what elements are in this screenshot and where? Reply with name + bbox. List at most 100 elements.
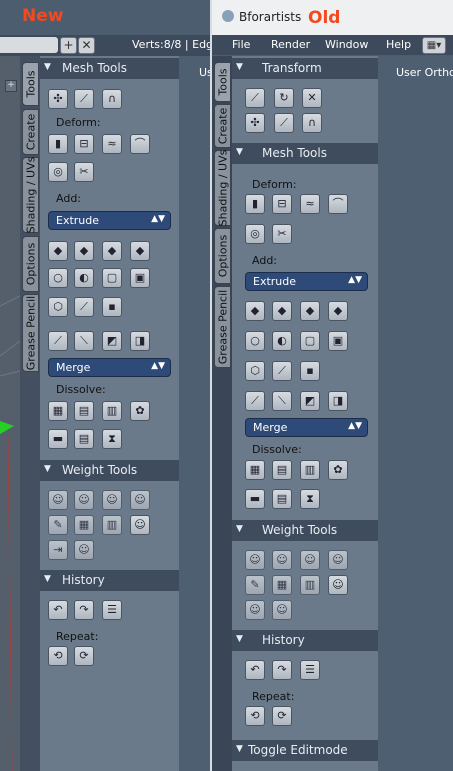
offset-edge-icon[interactable]: ▢ <box>102 268 122 288</box>
edge-slide-icon[interactable]: ⟋ <box>74 297 94 317</box>
face-icon[interactable]: ▣ <box>130 268 150 288</box>
dissolve-edges-icon[interactable]: ▤ <box>74 401 94 421</box>
weight-limit-icon[interactable]: ▥ <box>102 515 122 535</box>
spin-icon-old[interactable]: ◐ <box>272 331 292 351</box>
redo-icon-old[interactable]: ↷ <box>272 660 292 680</box>
menu-file[interactable]: File <box>232 38 250 51</box>
tab-tools-old[interactable]: Tools <box>214 62 231 102</box>
transform-header[interactable]: ▼ Transform <box>232 58 378 79</box>
repeat-last-icon[interactable]: ⟲ <box>48 646 68 666</box>
weight-sample-icon-old[interactable]: ☺ <box>272 600 292 620</box>
scissors-icon-old[interactable]: ✂ <box>272 224 292 244</box>
rotate-icon[interactable]: ↻ <box>274 88 294 108</box>
weight-quantize-icon[interactable]: ⇥ <box>48 540 68 560</box>
vertex-slide-icon-old[interactable]: ▪ <box>300 361 320 381</box>
push-pull-icon[interactable]: ⊟ <box>74 134 94 154</box>
weight-normalize-icon-old[interactable]: ☺ <box>245 550 265 570</box>
undo-history-icon[interactable]: ☰ <box>102 600 122 620</box>
repeat-history-icon[interactable]: ⟳ <box>74 646 94 666</box>
menu-window[interactable]: Window <box>325 38 368 51</box>
magnet-icon-old[interactable]: ∩ <box>302 113 322 133</box>
tab-options[interactable]: Options <box>22 236 39 292</box>
weight-blend-icon-old[interactable]: ▦ <box>272 575 292 595</box>
dissolve-vertices-icon-old[interactable]: ▦ <box>245 460 265 480</box>
menu-render[interactable]: Render <box>271 38 310 51</box>
hourglass-icon[interactable]: ⧗ <box>102 429 122 449</box>
shrink-fatten-icon-old[interactable]: ▮ <box>245 194 265 214</box>
subdivide-icon[interactable]: ⬡ <box>48 297 68 317</box>
bend-icon[interactable]: ⌒ <box>130 134 150 154</box>
dissolve-limited-icon-old[interactable]: ✿ <box>328 460 348 480</box>
history-header-old[interactable]: ▼ History <box>232 630 378 651</box>
weight-levels-icon-old[interactable]: ✎ <box>245 575 265 595</box>
magnet-icon[interactable]: ∩ <box>102 89 122 109</box>
mirror-icon[interactable]: ✣ <box>245 113 265 133</box>
weight-clean-icon-old[interactable]: ☺ <box>328 550 348 570</box>
weight-invert-icon-old[interactable]: ☺ <box>300 550 320 570</box>
left-header-field[interactable] <box>0 37 58 53</box>
connect-icon-old[interactable]: ◨ <box>328 391 348 411</box>
mesh-tools-header[interactable]: ▼ Mesh Tools <box>40 58 179 79</box>
scissors-icon[interactable]: ✂ <box>74 162 94 182</box>
dissolve-faces-icon-old[interactable]: ▥ <box>300 460 320 480</box>
undo-history-icon-old[interactable]: ☰ <box>300 660 320 680</box>
separate-icon[interactable]: ◩ <box>102 331 122 351</box>
history-header[interactable]: ▼ History <box>40 570 179 591</box>
randomize-icon-old[interactable]: ◎ <box>245 224 265 244</box>
redo-icon[interactable]: ↷ <box>74 600 94 620</box>
plus-button[interactable]: + <box>60 37 77 54</box>
collapse-icon-old[interactable]: ▬ <box>245 489 265 509</box>
repeat-history-icon-old[interactable]: ⟳ <box>272 706 292 726</box>
toggle-toolbar-icon[interactable]: + <box>5 80 17 92</box>
tab-tools[interactable]: Tools <box>22 62 39 106</box>
hourglass-icon-old[interactable]: ⧗ <box>300 489 320 509</box>
split-icon[interactable]: ⟍ <box>74 331 94 351</box>
weight-invert-icon[interactable]: ☺ <box>102 490 122 510</box>
tab-grease-pencil[interactable]: Grease Pencil <box>22 294 39 372</box>
merge-dropdown-old[interactable]: Merge ▲▼ <box>245 418 368 437</box>
tab-grease-pencil-old[interactable]: Grease Pencil <box>214 286 231 368</box>
weight-levels-icon[interactable]: ✎ <box>48 515 68 535</box>
extrude-dropdown[interactable]: Extrude ▲▼ <box>48 211 171 230</box>
weight-tools-header[interactable]: ▼ Weight Tools <box>40 460 179 481</box>
randomize-icon[interactable]: ◎ <box>48 162 68 182</box>
dissolve-edges-icon-old[interactable]: ▤ <box>272 460 292 480</box>
inset-icon-old[interactable]: ◆ <box>245 301 265 321</box>
tab-create[interactable]: Create <box>22 109 39 155</box>
separate-icon-old[interactable]: ◩ <box>300 391 320 411</box>
weight-clean-icon[interactable]: ☺ <box>130 490 150 510</box>
tab-shading-uvs-old[interactable]: Shading / UVs <box>214 150 231 226</box>
undo-icon-old[interactable]: ↶ <box>245 660 265 680</box>
rip-icon-old[interactable]: ⟋ <box>245 391 265 411</box>
offset-edge-icon-old[interactable]: ▢ <box>300 331 320 351</box>
weight-blend-icon[interactable]: ▦ <box>74 515 94 535</box>
knife-icon[interactable]: ⟋ <box>74 89 94 109</box>
split-icon-old[interactable]: ⟍ <box>272 391 292 411</box>
undo-icon[interactable]: ↶ <box>48 600 68 620</box>
toggle-editmode-header[interactable]: ▼ Toggle Editmode <box>232 740 378 761</box>
translate-icon[interactable]: ⟋ <box>245 88 265 108</box>
edge-collapse-icon[interactable]: ▤ <box>74 429 94 449</box>
subdivide-icon-old[interactable]: ⬡ <box>245 361 265 381</box>
tab-shading-uvs[interactable]: Shading / UVs <box>22 157 39 233</box>
spin-icon[interactable]: ◐ <box>74 268 94 288</box>
knife-icon-old[interactable]: ⟋ <box>274 113 294 133</box>
edge-collapse-icon-old[interactable]: ▤ <box>272 489 292 509</box>
layout-selector-icon[interactable]: ▦▾ <box>422 37 446 54</box>
vertex-slide-icon[interactable]: ▪ <box>102 297 122 317</box>
extrude-dropdown-old[interactable]: Extrude ▲▼ <box>245 272 368 291</box>
dissolve-vertices-icon[interactable]: ▦ <box>48 401 68 421</box>
inset-icon[interactable]: ◆ <box>48 241 68 261</box>
weight-mirror-icon-old[interactable]: ☺ <box>272 550 292 570</box>
connect-icon[interactable]: ◨ <box>130 331 150 351</box>
bevel-icon[interactable]: ◆ <box>74 241 94 261</box>
weight-limit-icon-old[interactable]: ▥ <box>300 575 320 595</box>
extrude-individual-icon[interactable]: ◆ <box>130 241 150 261</box>
extrude-region-icon[interactable]: ◆ <box>102 241 122 261</box>
weight-normalize-icon[interactable]: ☺ <box>48 490 68 510</box>
extrude-region-icon-old[interactable]: ◆ <box>300 301 320 321</box>
mesh-tools-header-old[interactable]: ▼ Mesh Tools <box>232 143 378 164</box>
merge-dropdown[interactable]: Merge ▲▼ <box>48 358 171 377</box>
menu-help[interactable]: Help <box>386 38 411 51</box>
smooth-icon[interactable]: ≈ <box>102 134 122 154</box>
